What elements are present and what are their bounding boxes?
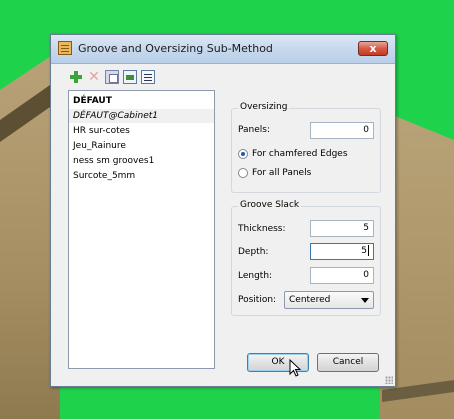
mouse-cursor-icon [289,359,301,377]
add-icon[interactable] [69,70,83,84]
list-item[interactable]: HR sur-cotes [69,124,214,138]
panels-input[interactable]: 0 [310,122,374,139]
properties-icon[interactable] [123,70,137,84]
length-input[interactable]: 0 [310,267,374,284]
position-select-value: Centered [289,295,331,305]
groove-slack-group-label: Groove Slack [238,200,302,210]
chamfered-edges-radio[interactable] [238,149,248,159]
methods-list[interactable]: DÉFAUT DÉFAUT@Cabinet1 HR sur-cotes Jeu_… [68,90,215,369]
list-item[interactable]: DÉFAUT@Cabinet1 [69,109,214,123]
cabinet-icon [58,41,72,55]
oversizing-group: Oversizing Panels: 0 For chamfered Edges… [231,102,381,193]
resize-grip[interactable] [385,376,393,384]
depth-value: 5 [361,246,367,256]
length-label: Length: [238,271,273,281]
chevron-down-icon [361,298,369,303]
panels-label: Panels: [238,125,271,135]
list-item[interactable]: Jeu_Rainure [69,139,214,153]
depth-label: Depth: [238,247,269,257]
oversizing-group-label: Oversizing [238,102,290,112]
thickness-input[interactable]: 5 [310,220,374,237]
list-item[interactable]: Surcote_5mm [69,169,214,183]
position-label: Position: [238,295,277,305]
title-bar[interactable]: Groove and Oversizing Sub-Method x [51,35,395,64]
text-caret [368,245,369,256]
all-panels-label: For all Panels [252,168,312,178]
cancel-button[interactable]: Cancel [317,353,379,372]
window-title: Groove and Oversizing Sub-Method [78,42,273,55]
list-item[interactable]: DÉFAUT [69,94,214,108]
position-select[interactable]: Centered [284,291,374,309]
thickness-label: Thickness: [238,224,286,234]
list-icon[interactable] [141,70,155,84]
groove-slack-group: Groove Slack Thickness: 5 Depth: 5 Lengt… [231,200,381,316]
list-item[interactable]: ness sm grooves1 [69,154,214,168]
groove-oversizing-dialog: Groove and Oversizing Sub-Method x ✕ DÉF… [50,34,396,387]
depth-input[interactable]: 5 [310,243,374,260]
close-button[interactable]: x [358,41,388,56]
chamfered-edges-label: For chamfered Edges [252,149,348,159]
delete-icon[interactable]: ✕ [87,70,101,84]
all-panels-radio[interactable] [238,168,248,178]
copy-icon[interactable] [105,70,119,84]
